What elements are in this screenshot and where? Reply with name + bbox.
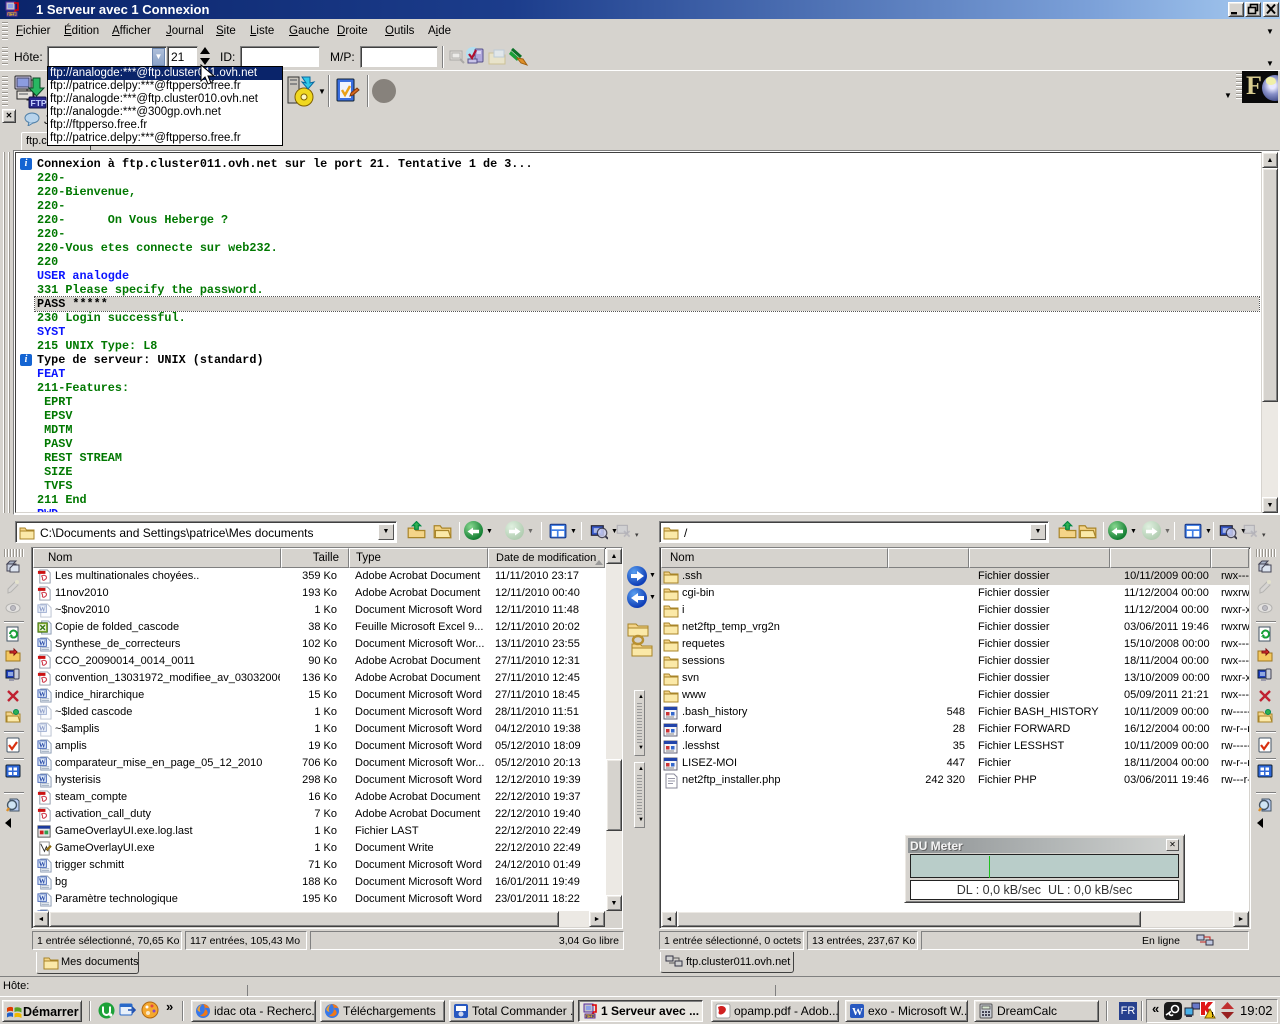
svg-text:W: W — [39, 690, 46, 698]
svg-text:W: W — [39, 894, 46, 902]
svg-text:!: ! — [1211, 1012, 1213, 1019]
svg-text:W: W — [39, 860, 46, 868]
svg-text:W: W — [852, 1006, 863, 1018]
svg-text:W: W — [39, 877, 46, 885]
svg-text:W: W — [39, 605, 46, 613]
svg-text:FTP: FTP — [8, 12, 17, 17]
svg-text:FTP: FTP — [586, 1014, 595, 1019]
svg-text:W: W — [39, 639, 46, 647]
svg-text:W: W — [39, 707, 46, 715]
svg-text:FTP: FTP — [31, 98, 47, 108]
svg-text:W: W — [39, 741, 46, 749]
svg-text:W: W — [39, 758, 46, 766]
svg-text:W: W — [39, 724, 46, 732]
svg-text:W: W — [39, 775, 46, 783]
